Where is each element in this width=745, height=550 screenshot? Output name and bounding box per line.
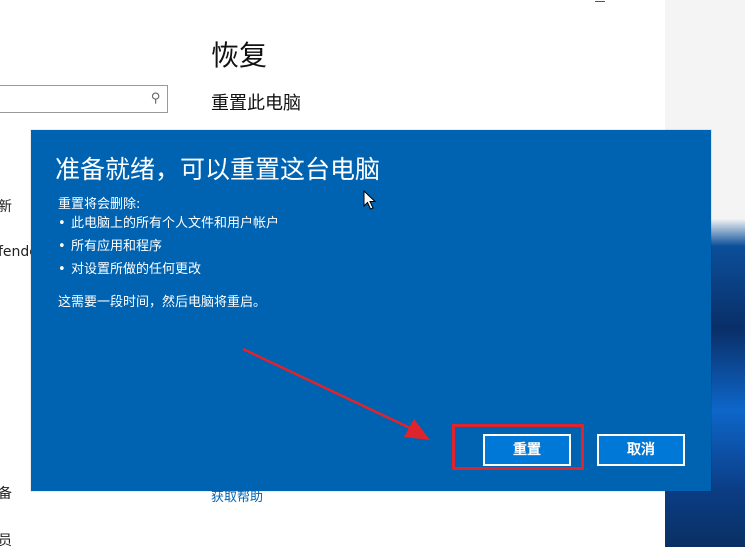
remove-list: • 此电脑上的所有个人文件和用户帐户 • 所有应用和程序 • 对设置所做的任何更改 [58, 212, 279, 281]
sidebar-item-misc[interactable]: 员 [0, 530, 12, 550]
sidebar-item-backup[interactable]: 备 [0, 483, 12, 503]
remove-heading: 重置将会删除: [58, 197, 141, 212]
section-heading: 重置此电脑 [211, 93, 301, 114]
time-note: 这需要一段时间，然后电脑将重启。 [58, 295, 267, 310]
list-item: • 对设置所做的任何更改 [58, 262, 202, 277]
mouse-cursor-icon [363, 190, 377, 210]
highlight-box [452, 424, 584, 470]
search-icon[interactable]: ⚲ [151, 91, 161, 106]
search-input[interactable]: ⚲ [0, 85, 168, 113]
list-item: • 此电脑上的所有个人文件和用户帐户 [58, 216, 280, 231]
reset-dialog: 准备就绪，可以重置这台电脑 重置将会删除: • 此电脑上的所有个人文件和用户帐户 … [31, 130, 711, 491]
page-title: 恢复 [211, 39, 268, 72]
minimize-button[interactable] [592, 0, 608, 4]
list-item: • 所有应用和程序 [58, 239, 163, 254]
cancel-button[interactable]: 取消 [597, 434, 685, 466]
sidebar-item-update[interactable]: 新 [0, 196, 12, 216]
dialog-title: 准备就绪，可以重置这台电脑 [55, 155, 381, 184]
